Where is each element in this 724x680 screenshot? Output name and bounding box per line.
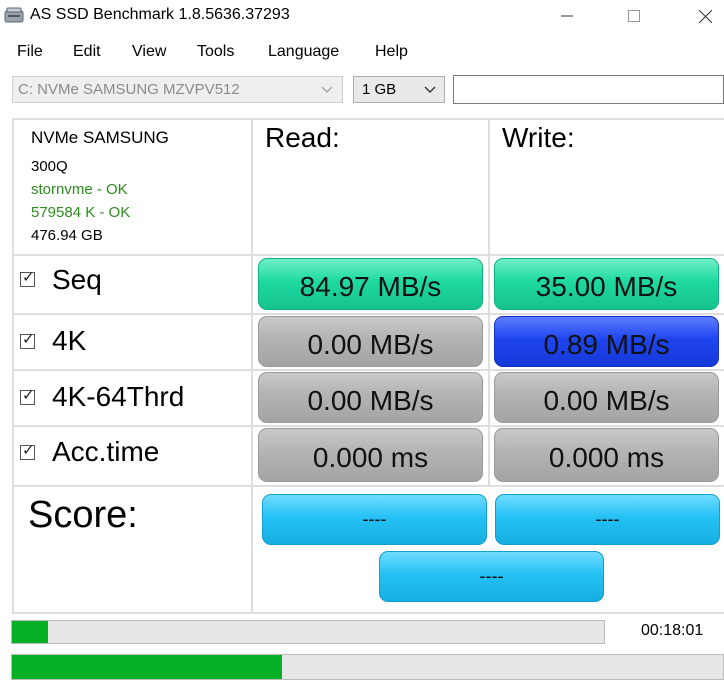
menu-file[interactable]: File bbox=[17, 43, 43, 61]
read-score: ---- bbox=[262, 494, 487, 545]
grid-divider bbox=[12, 118, 724, 120]
4k64-checkbox[interactable]: ✓ bbox=[20, 387, 35, 405]
menu-bar bbox=[0, 36, 724, 66]
grid-divider bbox=[488, 118, 490, 486]
drive-model: NVMe SAMSUNG bbox=[31, 128, 169, 147]
checkmark-icon: ✓ bbox=[22, 331, 35, 348]
chevron-down-icon bbox=[424, 86, 436, 93]
seq-checkbox[interactable]: ✓ bbox=[20, 269, 35, 287]
menu-tools[interactable]: Tools bbox=[197, 43, 234, 61]
drive-select[interactable]: C: NVMe SAMSUNG MZVPV512 bbox=[12, 76, 343, 103]
checkmark-icon: ✓ bbox=[22, 442, 35, 459]
grid-divider bbox=[12, 485, 724, 487]
acctime-checkbox[interactable]: ✓ bbox=[20, 442, 35, 460]
score-label: Score: bbox=[28, 494, 138, 536]
drive-capacity: 476.94 GB bbox=[31, 227, 103, 244]
4k-checkbox[interactable]: ✓ bbox=[20, 331, 35, 349]
seq-read-result: 84.97 MB/s bbox=[258, 258, 483, 310]
grid-divider bbox=[12, 313, 724, 315]
read-column-header: Read: bbox=[265, 122, 340, 153]
4k64-read-result: 0.00 MB/s bbox=[258, 372, 483, 423]
overall-progress-bar bbox=[11, 654, 724, 680]
close-icon bbox=[698, 9, 712, 23]
4k-read-result: 0.00 MB/s bbox=[258, 316, 483, 367]
seq-write-result: 35.00 MB/s bbox=[494, 258, 719, 310]
write-column-header: Write: bbox=[502, 122, 575, 153]
grid-divider bbox=[12, 612, 724, 614]
maximize-button[interactable] bbox=[611, 0, 657, 32]
acctime-write-result: 0.000 ms bbox=[494, 428, 719, 482]
checkmark-icon: ✓ bbox=[22, 387, 35, 404]
4k-write-result: 0.89 MB/s bbox=[494, 316, 719, 367]
alignment-status: 579584 K - OK bbox=[31, 204, 131, 221]
close-button[interactable] bbox=[682, 0, 724, 32]
grid-divider bbox=[12, 369, 724, 371]
write-score: ---- bbox=[495, 494, 720, 545]
drive-select-value: C: NVMe SAMSUNG MZVPV512 bbox=[18, 81, 240, 98]
menu-language[interactable]: Language bbox=[268, 43, 339, 61]
elapsed-time: 00:18:01 bbox=[641, 622, 704, 639]
4k64-label: 4K-64Thrd bbox=[52, 381, 185, 412]
test-size-select[interactable]: 1 GB bbox=[353, 76, 445, 103]
grid-divider bbox=[12, 425, 724, 427]
overall-progress-fill bbox=[12, 655, 283, 679]
4k64-write-result: 0.00 MB/s bbox=[494, 372, 719, 423]
window-title: AS SSD Benchmark 1.8.5636.37293 bbox=[30, 6, 290, 23]
menu-edit[interactable]: Edit bbox=[73, 43, 101, 61]
grid-divider bbox=[12, 254, 724, 256]
grid-divider bbox=[251, 118, 253, 614]
info-text-field[interactable] bbox=[453, 75, 724, 104]
test-progress-fill bbox=[12, 621, 48, 643]
grid-divider bbox=[12, 118, 14, 614]
test-progress-bar bbox=[11, 620, 605, 644]
checkmark-icon: ✓ bbox=[22, 269, 35, 286]
drive-app-icon bbox=[4, 6, 24, 24]
maximize-icon bbox=[628, 10, 640, 22]
chevron-down-icon bbox=[321, 86, 333, 93]
menu-help[interactable]: Help bbox=[375, 43, 408, 61]
driver-status: stornvme - OK bbox=[31, 181, 128, 198]
total-score: ---- bbox=[379, 551, 604, 602]
acctime-label: Acc.time bbox=[52, 436, 160, 467]
minimize-icon bbox=[561, 15, 573, 17]
4k-label: 4K bbox=[52, 325, 87, 356]
seq-label: Seq bbox=[52, 264, 102, 295]
acctime-read-result: 0.000 ms bbox=[258, 428, 483, 482]
drive-model-suffix: 300Q bbox=[31, 158, 68, 175]
minimize-button[interactable] bbox=[544, 0, 590, 32]
menu-view[interactable]: View bbox=[132, 43, 166, 61]
test-size-value: 1 GB bbox=[362, 81, 397, 98]
